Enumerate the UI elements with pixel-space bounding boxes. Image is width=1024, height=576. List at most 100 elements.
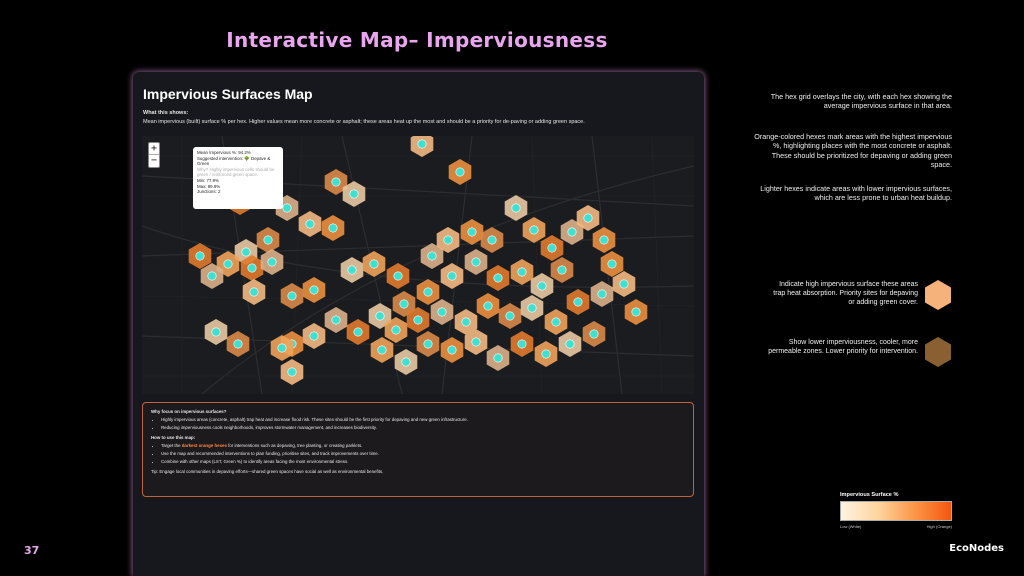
- hex-marker[interactable]: [471, 337, 481, 347]
- map-title: Impervious Surfaces Map: [143, 86, 313, 102]
- hex-marker[interactable]: [541, 349, 551, 359]
- hex-marker[interactable]: [331, 315, 341, 325]
- hex-marker[interactable]: [195, 251, 205, 261]
- hex-marker[interactable]: [233, 339, 243, 349]
- hex-marker[interactable]: [607, 259, 617, 269]
- hex-marker[interactable]: [353, 327, 363, 337]
- howto-post: for interventions such as depaving, tree…: [226, 443, 363, 448]
- hex-marker[interactable]: [417, 139, 427, 149]
- hex-marker[interactable]: [487, 235, 497, 245]
- hex-marker[interactable]: [447, 345, 457, 355]
- hex-marker[interactable]: [427, 251, 437, 261]
- hex-marker[interactable]: [461, 317, 471, 327]
- hex-marker[interactable]: [249, 287, 259, 297]
- hex-marker[interactable]: [309, 331, 319, 341]
- hex-marker[interactable]: [565, 339, 575, 349]
- hex-marker[interactable]: [369, 259, 379, 269]
- hex-marker[interactable]: [328, 223, 338, 233]
- hex-marker[interactable]: [529, 225, 539, 235]
- hex-marker[interactable]: [331, 177, 341, 187]
- hex-marker[interactable]: [223, 259, 233, 269]
- hex-marker[interactable]: [599, 235, 609, 245]
- howto-bullet: Use the map and recommended intervention…: [161, 451, 685, 457]
- scale-high-label: High (Orange): [926, 524, 952, 529]
- notes-bullet: Highly impervious areas (concrete, aspha…: [161, 417, 685, 423]
- hex-marker[interactable]: [287, 291, 297, 301]
- hex-marker[interactable]: [349, 189, 359, 199]
- zoom-control[interactable]: + −: [148, 142, 160, 168]
- popup-line: Suggested intervention: 🌳 Depave & Green: [197, 155, 271, 167]
- howto-pre: Target the: [161, 443, 182, 448]
- legend-high-text: Indicate high impervious surface these a…: [773, 281, 918, 306]
- hex-marker[interactable]: [455, 167, 465, 177]
- hex-marker[interactable]: [399, 299, 409, 309]
- explanation-paragraph-3: Lighter hexes indicate areas with lower …: [760, 184, 952, 203]
- notes-box: Why focus on impervious surfaces? Highly…: [142, 402, 694, 497]
- zoom-in-button[interactable]: +: [149, 143, 159, 155]
- hex-marker[interactable]: [443, 235, 453, 245]
- hex-marker[interactable]: [517, 339, 527, 349]
- hex-marker[interactable]: [505, 311, 515, 321]
- hex-marker[interactable]: [631, 307, 641, 317]
- hex-marker[interactable]: [557, 265, 567, 275]
- hex-tooltip-popup: Mean Impervious %: 94.2% Suggested inter…: [193, 147, 283, 209]
- hex-marker[interactable]: [347, 265, 357, 275]
- hex-map[interactable]: + − Mean Impervious %: 94.2% Suggested i…: [142, 136, 694, 394]
- hex-marker[interactable]: [551, 317, 561, 327]
- hex-marker[interactable]: [413, 315, 423, 325]
- map-app-panel: Impervious Surfaces Map What this shows:…: [133, 72, 704, 576]
- hex-marker[interactable]: [597, 289, 607, 299]
- hex-marker[interactable]: [517, 267, 527, 277]
- hex-marker[interactable]: [493, 353, 503, 363]
- popup-line: Why? Highly impervious cells should be g…: [197, 166, 275, 178]
- hex-marker[interactable]: [493, 273, 503, 283]
- hex-marker[interactable]: [277, 343, 287, 353]
- hex-marker[interactable]: [567, 227, 577, 237]
- hex-marker[interactable]: [207, 271, 217, 281]
- howto-highlight: darkest orange hexes: [181, 443, 227, 448]
- hex-marker[interactable]: [483, 301, 493, 311]
- legend-low-hex-icon: [925, 337, 951, 367]
- popup-line: Junctions: 2: [197, 189, 221, 195]
- hex-marker[interactable]: [247, 263, 257, 273]
- hex-marker[interactable]: [375, 311, 385, 321]
- hex-marker[interactable]: [401, 357, 411, 367]
- impervious-scale-legend: Impervious Surface % Low (White) High (O…: [840, 492, 952, 529]
- hex-marker[interactable]: [309, 285, 319, 295]
- hex-marker[interactable]: [527, 303, 537, 313]
- hex-marker[interactable]: [467, 227, 477, 237]
- hex-marker[interactable]: [573, 297, 583, 307]
- howto-bullet: Target the darkest orange hexes for inte…: [161, 443, 685, 449]
- zoom-out-button[interactable]: −: [149, 155, 159, 167]
- hex-marker[interactable]: [537, 281, 547, 291]
- hex-marker[interactable]: [447, 271, 457, 281]
- legend-low-text: Show lower imperviousness, cooler, more …: [768, 339, 918, 355]
- hex-marker[interactable]: [589, 329, 599, 339]
- page-number: 37: [24, 544, 40, 557]
- what-this-shows-label: What this shows:: [143, 110, 189, 116]
- hex-marker[interactable]: [211, 327, 221, 337]
- hex-marker[interactable]: [437, 307, 447, 317]
- explanation-paragraph-1: The hex grid overlays the city, with eac…: [770, 92, 952, 111]
- hex-marker[interactable]: [282, 203, 292, 213]
- hex-marker[interactable]: [423, 339, 433, 349]
- hex-marker[interactable]: [241, 247, 251, 257]
- hex-marker[interactable]: [583, 213, 593, 223]
- hex-marker[interactable]: [267, 257, 277, 267]
- hex-marker[interactable]: [511, 203, 521, 213]
- hex-marker[interactable]: [263, 235, 273, 245]
- hex-marker[interactable]: [391, 325, 401, 335]
- hex-marker[interactable]: [377, 345, 387, 355]
- hex-marker[interactable]: [305, 219, 315, 229]
- howto-bullet: Combine with other maps (LST, Green %) t…: [161, 459, 685, 465]
- hex-marker[interactable]: [619, 279, 629, 289]
- tip-text: Tip: Engage local communities in depavin…: [151, 469, 384, 474]
- hex-marker[interactable]: [547, 243, 557, 253]
- hex-marker[interactable]: [471, 257, 481, 267]
- notes-bullet: Reducing imperviousness cools neighborho…: [161, 425, 685, 431]
- howto-list: Target the darkest orange hexes for inte…: [161, 443, 685, 465]
- hex-marker[interactable]: [423, 287, 433, 297]
- hex-marker[interactable]: [393, 271, 403, 281]
- scale-low-label: Low (White): [840, 524, 862, 529]
- hex-marker[interactable]: [287, 367, 297, 377]
